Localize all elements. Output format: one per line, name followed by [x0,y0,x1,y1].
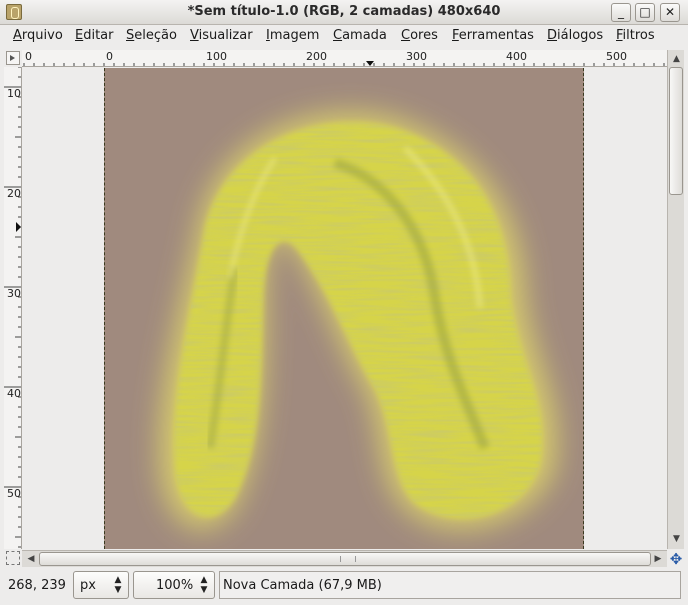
menu-editar[interactable]: Editar [75,28,114,43]
minimize-button[interactable]: _ [611,3,631,22]
scroll-right-icon[interactable]: ▶ [651,552,665,566]
vertical-scroll-thumb[interactable] [669,67,683,195]
vertical-scrollbar[interactable]: ▲ ▼ [667,50,684,549]
menu-dialogos[interactable]: Diálogos [547,28,603,43]
maximize-button[interactable]: □ [635,3,655,22]
scroll-up-icon[interactable]: ▲ [670,52,683,66]
zoom-value: 100% [156,578,194,593]
title-bar[interactable]: *Sem título-1.0 (RGB, 2 camadas) 480x640… [0,0,688,25]
hruler-label: 400 [506,50,527,63]
vertical-ruler[interactable]: 100 200 300 400 500 [4,67,22,549]
hair-drawing [159,112,558,529]
vruler-label: 500 [7,487,21,500]
menu-imagem[interactable]: Imagem [266,28,319,43]
unit-select[interactable]: px ▲ ▼ [73,571,129,599]
zoom-select[interactable]: 100% ▲ ▼ [133,571,215,599]
menu-bar: Arquivo Editar Seleção Visualizar Imagem… [0,25,688,48]
vruler-label: 100 [7,87,21,100]
vertical-ruler-ticks [4,67,21,548]
spin-arrows-icon: ▲ ▼ [200,575,208,595]
image-canvas[interactable] [104,68,584,549]
spin-arrows-icon: ▲ ▼ [114,575,122,595]
horizontal-scrollbar[interactable]: ◀ ▶ [22,550,667,567]
pointer-marker-icon [16,222,21,232]
menu-filtros[interactable]: Filtros [616,28,655,43]
menu-camada[interactable]: Camada [333,28,387,43]
scroll-down-icon[interactable]: ▼ [670,532,683,546]
status-message-text: Nova Camada (67,9 MB) [223,578,382,593]
pointer-marker-icon [366,61,374,66]
vruler-label: 200 [7,187,21,200]
vruler-label: 300 [7,287,21,300]
menu-cores[interactable]: Cores [401,28,438,43]
hruler-label: 300 [406,50,427,63]
navigate-icon[interactable]: ✥ [668,551,684,567]
close-button[interactable]: ✕ [660,3,680,22]
canvas-area[interactable] [23,68,667,549]
horizontal-scroll-thumb[interactable] [39,552,651,566]
hruler-label: 0 [106,50,113,63]
hruler-label: 100 [206,50,227,63]
unit-value: px [80,578,96,593]
menu-ferramentas[interactable]: Ferramentas [452,28,534,43]
vruler-label: 400 [7,387,21,400]
scroll-left-icon[interactable]: ◀ [24,552,38,566]
hruler-label: 500 [606,50,627,63]
menu-arquivo[interactable]: Arquivo [13,28,63,43]
menu-selecao[interactable]: Seleção [126,28,177,43]
menu-visualizar[interactable]: Visualizar [190,28,253,43]
ruler-menu-button[interactable] [6,51,20,65]
quick-mask-toggle-icon[interactable] [6,551,20,565]
hruler-label: 0 [25,50,32,63]
horizontal-ruler[interactable]: 0 0 100 200 300 400 500 [22,50,667,67]
window-title: *Sem título-1.0 (RGB, 2 camadas) 480x640 [187,4,501,19]
pointer-coordinates: 268, 239 [8,578,66,593]
horizontal-ruler-ticks [23,61,665,66]
hruler-label: 200 [306,50,327,63]
status-message: Nova Camada (67,9 MB) [219,571,681,599]
status-bar: 268, 239 px ▲ ▼ 100% ▲ ▼ Nova Camada (67,9… [0,568,688,605]
